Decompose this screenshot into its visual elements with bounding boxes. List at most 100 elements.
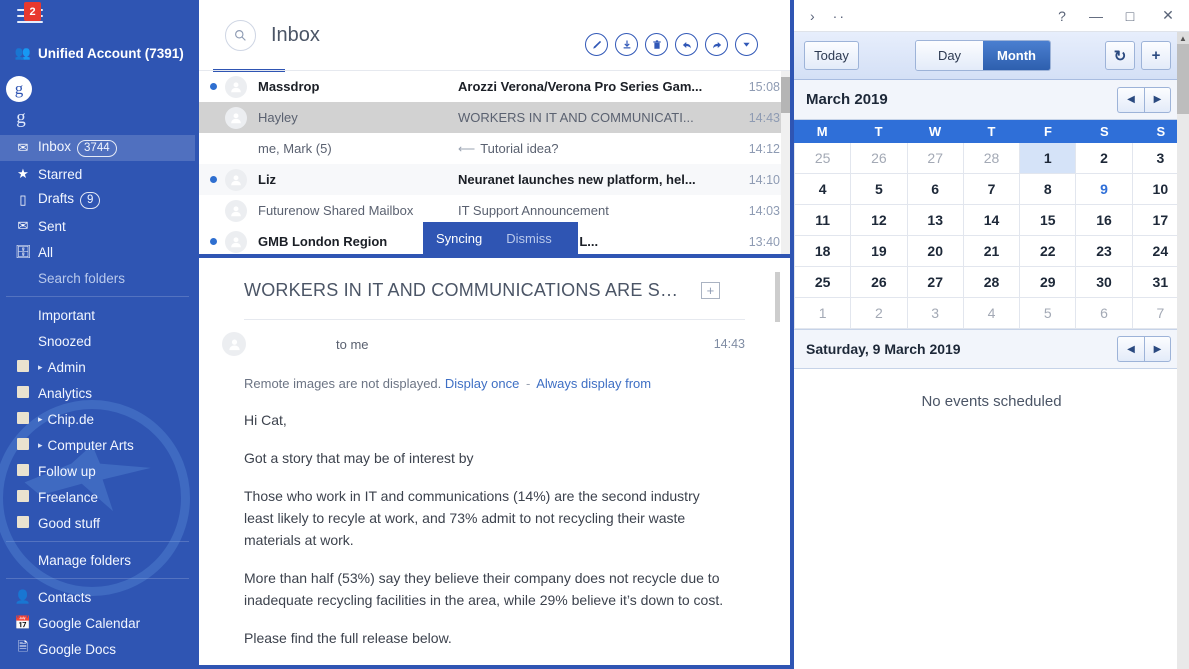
today-button[interactable]: Today [804, 41, 859, 70]
search-icon[interactable] [225, 20, 256, 51]
calendar-day-cell[interactable]: 8 [1020, 174, 1076, 205]
calendar-day-cell[interactable]: 25 [795, 143, 851, 174]
chevron-right-icon[interactable]: ▸ [38, 362, 43, 373]
calendar-day-cell[interactable]: 25 [795, 267, 851, 298]
calendar-day-cell[interactable]: 6 [908, 174, 964, 205]
prev-month-button[interactable]: ◀ [1117, 87, 1144, 113]
calendar-day-cell[interactable]: 18 [795, 236, 851, 267]
account-selector[interactable]: 👥 Unified Account (7391) [0, 36, 195, 70]
calendar-day-cell[interactable]: 16 [1076, 205, 1132, 236]
reader-scrollbar[interactable] [775, 272, 780, 662]
calendar-day-cell[interactable]: 21 [964, 236, 1020, 267]
calendar-grid[interactable]: 2526272812345678910111213141516171819202… [794, 143, 1189, 329]
calendar-day-cell[interactable]: 5 [851, 174, 907, 205]
scroll-up-arrow[interactable]: ▲ [1177, 32, 1189, 44]
always-display-link[interactable]: Always display from [536, 376, 651, 391]
calendar-day-cell[interactable]: 2 [1076, 143, 1132, 174]
sidebar-item-search-folders[interactable]: Search folders [0, 265, 195, 291]
sidebar-item-google-docs[interactable]: 🗎 Google Docs [0, 636, 195, 662]
minimize-button[interactable]: — [1079, 1, 1113, 31]
sidebar-item-google-calendar[interactable]: 📅 Google Calendar [0, 610, 195, 636]
delete-button[interactable] [645, 33, 668, 56]
calendar-day-cell[interactable]: 15 [1020, 205, 1076, 236]
calendar-day-cell[interactable]: 28 [964, 267, 1020, 298]
calendar-day-cell[interactable]: 1 [1020, 143, 1076, 174]
maximize-button[interactable]: □ [1113, 1, 1147, 31]
sidebar-item-computer-arts[interactable]: ▸ Computer Arts [0, 432, 195, 458]
sidebar-item-all[interactable]: 🗄 All [0, 239, 195, 265]
calendar-day-cell[interactable]: 27 [908, 143, 964, 174]
calendar-day-cell[interactable]: 4 [795, 174, 851, 205]
dismiss-button[interactable]: Dismiss [506, 231, 552, 246]
calendar-day-cell[interactable]: 28 [964, 143, 1020, 174]
next-month-button[interactable]: ▶ [1144, 87, 1171, 113]
table-row[interactable]: me, Mark (5) ⟵Tutorial idea? 14:12 [199, 133, 790, 164]
sidebar-item-freelance[interactable]: Freelance [0, 484, 195, 510]
tab-day[interactable]: Day [916, 41, 983, 70]
calendar-day-cell[interactable]: 30 [1076, 267, 1132, 298]
calendar-day-cell[interactable]: 27 [908, 267, 964, 298]
table-row[interactable]: Liz Neuranet launches new platform, hel.… [199, 164, 790, 195]
avatar-google-primary[interactable]: g [6, 76, 32, 102]
forward-button[interactable] [705, 33, 728, 56]
calendar-day-cell[interactable]: 20 [908, 236, 964, 267]
sidebar-item-drafts[interactable]: ▯ Drafts9 [0, 187, 195, 213]
display-once-link[interactable]: Display once [445, 376, 519, 391]
avatar-google-secondary[interactable]: g [10, 107, 32, 129]
calendar-day-cell[interactable]: 7 [964, 174, 1020, 205]
scrollbar-thumb[interactable] [775, 272, 780, 322]
calendar-day-cell[interactable]: 26 [851, 143, 907, 174]
chevron-right-icon[interactable]: ▸ [38, 414, 43, 425]
calendar-day-cell[interactable]: 13 [908, 205, 964, 236]
calendar-day-cell[interactable]: 4 [964, 298, 1020, 329]
scrollbar-thumb[interactable] [781, 77, 790, 113]
calendar-day-cell[interactable]: 29 [1020, 267, 1076, 298]
refresh-button[interactable]: ↻ [1105, 41, 1135, 70]
sidebar-item-sent[interactable]: ✉ Sent [0, 213, 195, 239]
calendar-day-cell[interactable]: 11 [795, 205, 851, 236]
next-day-button[interactable]: ▶ [1144, 336, 1171, 362]
sidebar-item-chip-de[interactable]: ▸ Chip.de [0, 406, 195, 432]
sidebar-item-snoozed[interactable]: Snoozed [0, 328, 195, 354]
expand-icon[interactable]: › [810, 8, 815, 24]
sidebar-item-starred[interactable]: ★ Starred [0, 161, 195, 187]
table-row[interactable]: Massdrop Arozzi Verona/Verona Pro Series… [199, 71, 790, 102]
more-button[interactable] [735, 33, 758, 56]
compose-button[interactable] [585, 33, 608, 56]
calendar-day-cell[interactable]: 2 [851, 298, 907, 329]
help-button[interactable]: ? [1045, 1, 1079, 31]
calendar-day-cell[interactable]: 9 [1076, 174, 1132, 205]
sidebar-item-important[interactable]: Important [0, 302, 195, 328]
prev-day-button[interactable]: ◀ [1117, 336, 1144, 362]
calendar-day-cell[interactable]: 23 [1076, 236, 1132, 267]
calendar-day-cell[interactable]: 5 [1020, 298, 1076, 329]
reply-button[interactable] [675, 33, 698, 56]
add-tag-icon[interactable]: + [701, 282, 720, 299]
sidebar-item-analytics[interactable]: Analytics [0, 380, 195, 406]
tab-month[interactable]: Month [983, 41, 1050, 70]
add-event-button[interactable]: + [1141, 41, 1171, 70]
calendar-day-cell[interactable]: 26 [851, 267, 907, 298]
archive-button[interactable] [615, 33, 638, 56]
close-button[interactable]: ✕ [1147, 1, 1189, 31]
sidebar-item-follow-up[interactable]: Follow up [0, 458, 195, 484]
calendar-scrollbar[interactable]: ▲ [1177, 32, 1189, 669]
chevron-right-icon[interactable]: ▸ [38, 440, 43, 451]
calendar-day-cell[interactable]: 3 [908, 298, 964, 329]
sidebar-item-add-ons[interactable]: ⋯ Add-ons [0, 662, 195, 669]
calendar-day-cell[interactable]: 6 [1076, 298, 1132, 329]
calendar-day-cell[interactable]: 1 [795, 298, 851, 329]
scrollbar-thumb[interactable] [1177, 44, 1189, 114]
sidebar-item-manage-folders[interactable]: Manage folders [0, 547, 195, 573]
calendar-day-cell[interactable]: 14 [964, 205, 1020, 236]
table-row[interactable]: Hayley WORKERS IN IT AND COMMUNICATI... … [199, 102, 790, 133]
sidebar-item-contacts[interactable]: 👤 Contacts [0, 584, 195, 610]
more-options-icon[interactable]: ·· [833, 8, 846, 24]
message-list-scrollbar[interactable] [781, 71, 790, 254]
calendar-day-cell[interactable]: 12 [851, 205, 907, 236]
sidebar-item-good-stuff[interactable]: Good stuff [0, 510, 195, 536]
calendar-day-cell[interactable]: 19 [851, 236, 907, 267]
sidebar-item-admin[interactable]: ▸ Admin [0, 354, 195, 380]
calendar-day-cell[interactable]: 22 [1020, 236, 1076, 267]
sidebar-item-inbox[interactable]: ✉ Inbox3744 [0, 135, 195, 161]
